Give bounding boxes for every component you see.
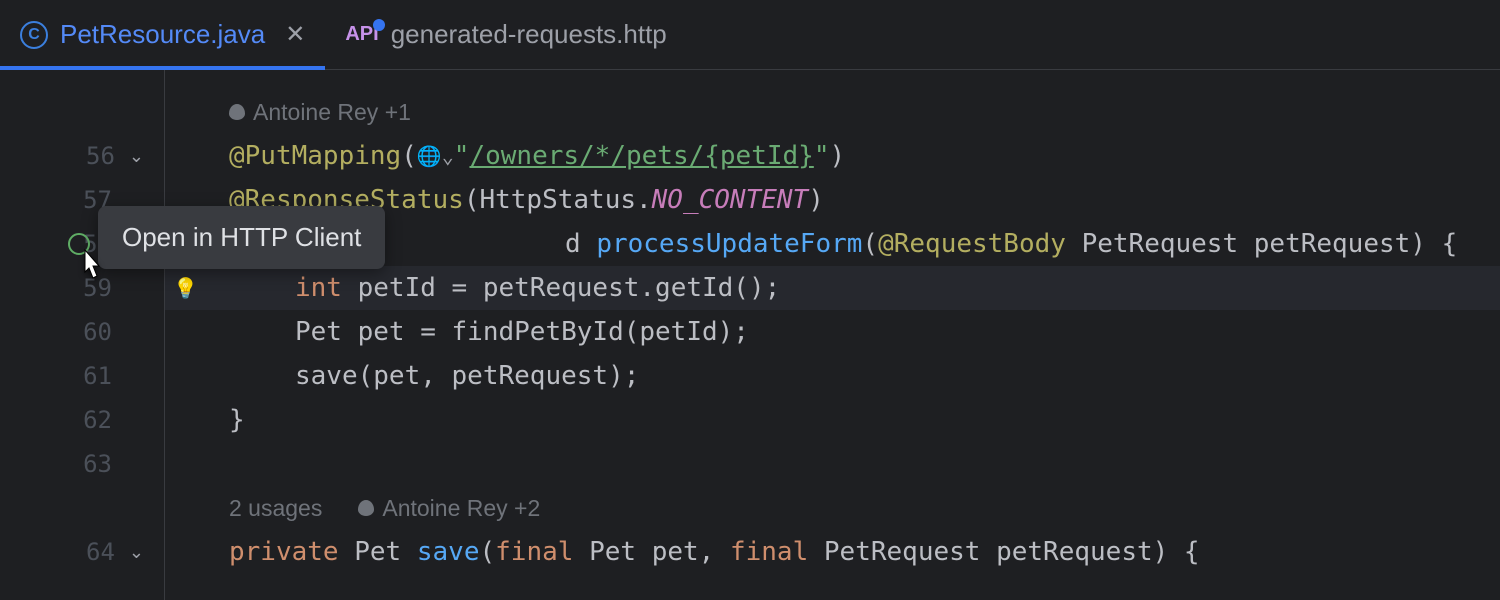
line-number: 61 <box>72 362 112 390</box>
gutter-row[interactable]: 63 <box>0 442 164 486</box>
globe-icon[interactable]: 🌐⌄ <box>417 144 454 168</box>
tab-bar: C PetResource.java ✕ API generated-reque… <box>0 0 1500 70</box>
gutter-row[interactable]: 60 <box>0 310 164 354</box>
chevron-down-icon[interactable]: ⌄ <box>129 146 144 167</box>
code-line[interactable]: private Pet save(final Pet pet, final Pe… <box>165 530 1500 574</box>
gutter-row[interactable]: 61 <box>0 354 164 398</box>
code-line[interactable] <box>165 442 1500 486</box>
gutter: 56 ⌄ 57 58 59 💡 60 61 62 6 <box>0 70 165 600</box>
code-line[interactable]: int petId = petRequest.getId(); <box>165 266 1500 310</box>
code-line[interactable]: Pet pet = findPetById(petId); <box>165 310 1500 354</box>
tab-petresource[interactable]: C PetResource.java ✕ <box>0 0 325 69</box>
person-icon <box>358 500 374 516</box>
bulb-icon[interactable]: 💡 <box>173 276 198 301</box>
api-icon: API <box>345 23 378 46</box>
line-number: 64 <box>75 538 115 566</box>
person-icon <box>229 104 245 120</box>
close-icon[interactable]: ✕ <box>285 20 305 49</box>
class-icon: C <box>20 21 48 49</box>
chevron-down-icon[interactable]: ⌄ <box>129 542 144 563</box>
cursor-icon <box>75 248 107 293</box>
editor: 56 ⌄ 57 58 59 💡 60 61 62 6 <box>0 70 1500 600</box>
inlay-hints[interactable]: 2 usages Antoine Rey +2 <box>165 486 1500 530</box>
code-line[interactable]: } <box>165 398 1500 442</box>
line-number: 62 <box>72 406 112 434</box>
gutter-row[interactable]: 64 ⌄ <box>0 530 164 574</box>
author-hint[interactable]: Antoine Rey +2 <box>358 495 540 522</box>
gutter-row[interactable]: 62 <box>0 398 164 442</box>
gutter-row[interactable]: 56 ⌄ <box>0 134 164 178</box>
code-line[interactable]: save(pet, petRequest); <box>165 354 1500 398</box>
tab-label: generated-requests.http <box>391 19 667 50</box>
author-hint[interactable]: Antoine Rey +1 <box>165 90 1500 134</box>
usages-hint[interactable]: 2 usages <box>229 495 322 522</box>
line-number: 63 <box>72 450 112 478</box>
line-number: 60 <box>72 318 112 346</box>
tab-generated-requests[interactable]: API generated-requests.http <box>325 0 686 69</box>
line-number: 56 <box>75 142 115 170</box>
tooltip-http-client: Open in HTTP Client <box>98 206 385 269</box>
code-line[interactable]: @PutMapping(🌐⌄"/owners/*/pets/{petId}") <box>165 134 1500 178</box>
code-area[interactable]: Antoine Rey +1 @PutMapping(🌐⌄"/owners/*/… <box>165 70 1500 600</box>
tab-label: PetResource.java <box>60 19 265 50</box>
